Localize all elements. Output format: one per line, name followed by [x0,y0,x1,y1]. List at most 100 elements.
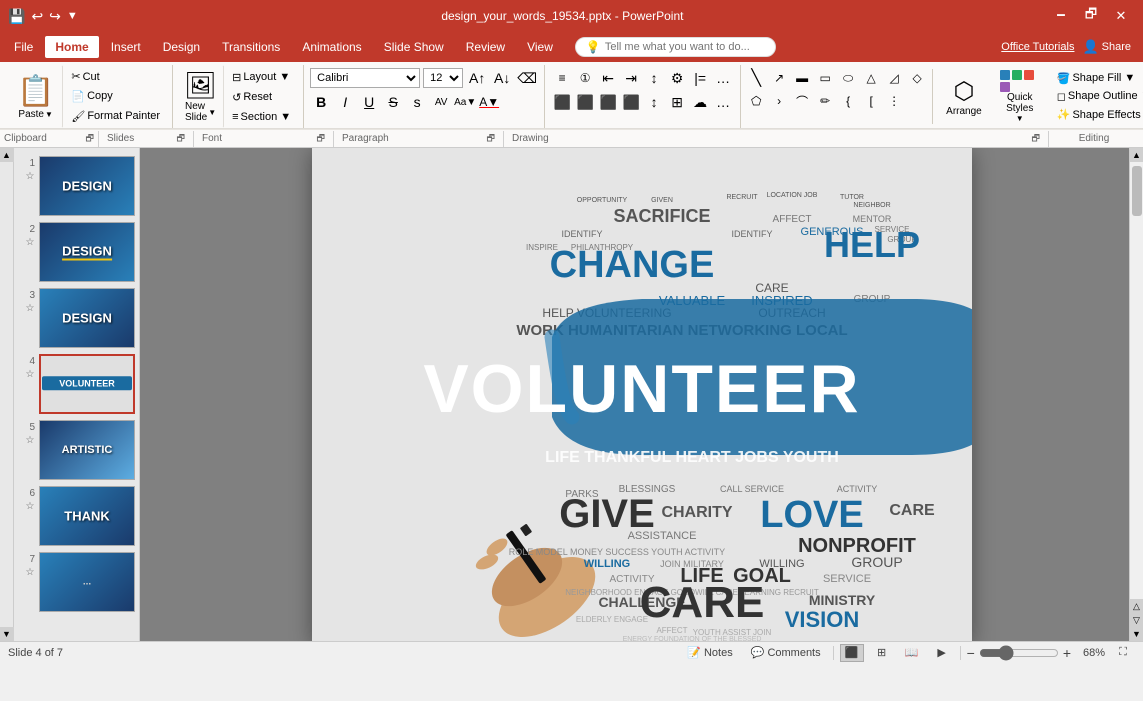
slide-item-7[interactable]: 7 ☆ ... [18,552,135,612]
menu-animations[interactable]: Animations [292,36,371,58]
para-more2-button[interactable]: … [712,91,734,113]
change-case-button[interactable]: Aa▼ [454,91,476,113]
scroll-down-button[interactable]: ▼ [0,627,14,641]
clear-format-button[interactable]: ⌫ [516,67,538,89]
strikethrough-button[interactable]: S [382,91,404,113]
zoom-out-button[interactable]: − [967,645,975,661]
bullets-button[interactable]: ≡ [551,67,573,89]
shape-effects-button[interactable]: ✨ Shape Effects ▼ [1053,106,1143,123]
clipboard-expand-icon[interactable]: 🗗 [86,131,94,147]
new-slide-button[interactable]: 🖼 NewSlide▼ [177,65,224,128]
close-button[interactable]: ✕ [1107,6,1135,26]
char-spacing-button[interactable]: AV [430,91,452,113]
shape-triangle[interactable]: △ [860,67,882,89]
shadow-button[interactable]: s [406,91,428,113]
minimize-button[interactable]: 🗕 [1047,6,1075,26]
vscroll-area-down[interactable]: ▽ [1130,613,1143,627]
copy-button[interactable]: 📄 Copy [67,88,164,105]
reset-button[interactable]: ↺ Reset [228,89,295,106]
slides-expand-icon[interactable]: 🗗 [177,131,185,147]
text-direction-button[interactable]: ↕ [643,67,665,89]
view-slide-sorter-button[interactable]: ⊞ [870,644,894,662]
shape-fill-button[interactable]: 🪣 Shape Fill ▼ [1053,70,1143,87]
slide-item-5[interactable]: 5 ☆ ARTISTIC [18,420,135,480]
tell-me-input[interactable] [605,41,765,53]
vscroll-up-button[interactable]: ▲ [1130,148,1143,162]
customize-icon[interactable]: ▼ [67,10,78,22]
tell-me-box[interactable]: 💡 [575,37,776,57]
arrange-button[interactable]: ⬡ Arrange [937,67,991,126]
menu-transitions[interactable]: Transitions [212,36,290,58]
zoom-in-button[interactable]: + [1063,645,1071,661]
menu-insert[interactable]: Insert [101,36,151,58]
paragraph-expand-icon[interactable]: 🗗 [487,131,495,147]
vscroll-area-up[interactable]: △ [1130,599,1143,613]
zoom-slider[interactable] [979,646,1059,660]
bold-button[interactable]: B [310,91,332,113]
para-more-button[interactable]: … [712,67,734,89]
slide-item-1[interactable]: 1 ☆ DESIGN [18,156,135,216]
slide-canvas[interactable]: OPPORTUNITY GIVEN RECRUIT LOCATION JOB T… [312,148,972,641]
menu-review[interactable]: Review [456,36,515,58]
cut-button[interactable]: ✂ Cut [67,68,164,85]
share-button[interactable]: 👤 Share [1082,39,1131,55]
italic-button[interactable]: I [334,91,356,113]
shape-line[interactable]: ╲ [745,67,767,89]
zoom-level[interactable]: 68% [1075,647,1105,659]
redo-icon[interactable]: ↪ [49,8,61,25]
restore-button[interactable]: 🗗 [1077,6,1105,26]
font-name-select[interactable]: Calibri [310,68,420,88]
line-spacing-button[interactable]: ↕ [643,91,665,113]
save-icon[interactable]: 💾 [8,8,25,25]
paste-button[interactable]: 📋 Paste▼ [8,65,63,128]
view-reading-button[interactable]: 📖 [900,644,924,662]
vertical-scrollbar[interactable]: ▲ △ ▽ ▼ [1129,148,1143,641]
align-left-button[interactable]: ⬛ [551,91,573,113]
text-shadow-btn2[interactable]: ☁ [689,91,711,113]
slide-item-3[interactable]: 3 ☆ DESIGN [18,288,135,348]
align-center-button[interactable]: ⬛ [574,91,596,113]
quick-styles-button[interactable]: QuickStyles ▼ [993,67,1047,126]
menu-slideshow[interactable]: Slide Show [374,36,454,58]
font-size-select[interactable]: 12 [423,68,463,88]
increase-font-button[interactable]: A↑ [466,67,488,89]
slide-thumb-4[interactable]: VOLUNTEER [39,354,135,414]
slide-thumb-3[interactable]: DESIGN [39,288,135,348]
shape-arrow[interactable]: ↗ [768,67,790,89]
decrease-indent-button[interactable]: ⇤ [597,67,619,89]
shape-more[interactable]: ⋮ [883,90,905,112]
shape-oval[interactable]: ⬭ [837,67,859,89]
fit-slide-button[interactable]: ⛶ [1111,644,1135,662]
slide-thumb-1[interactable]: DESIGN [39,156,135,216]
slide-thumb-6[interactable]: THANK [39,486,135,546]
shape-freeform[interactable]: ✏ [814,90,836,112]
menu-design[interactable]: Design [153,36,210,58]
shape-rt-triangle[interactable]: ◿ [883,67,905,89]
underline-button[interactable]: U [358,91,380,113]
format-painter-button[interactable]: 🖌 Format Painter [67,108,164,125]
menu-home[interactable]: Home [45,36,98,58]
numbering-button[interactable]: ① [574,67,596,89]
menu-view[interactable]: View [517,36,563,58]
comments-button[interactable]: 💬 Comments [745,645,827,660]
increase-indent-button[interactable]: ⇥ [620,67,642,89]
scroll-up-button[interactable]: ▲ [0,148,14,162]
slide-item-6[interactable]: 6 ☆ THANK [18,486,135,546]
slide-thumb-2[interactable]: DESIGN [39,222,135,282]
font-color-button[interactable]: A▼ [478,91,500,113]
section-button[interactable]: ≡ Section ▼ [228,109,295,125]
vscroll-down-button[interactable]: ▼ [1130,627,1143,641]
notes-button[interactable]: 📝 Notes [681,645,738,660]
layout-button[interactable]: ⊟ Layout ▼ [228,69,295,86]
undo-icon[interactable]: ↩ [31,8,43,25]
shape-round-rect[interactable]: ▭ [814,67,836,89]
shape-curve[interactable]: ⌒ [791,90,813,112]
shape-brace[interactable]: { [837,90,859,112]
shape-outline-button[interactable]: ◻ Shape Outline ▼ [1053,88,1143,105]
columns-button[interactable]: ⊞ [666,91,688,113]
slide-thumb-7[interactable]: ... [39,552,135,612]
slide-item-4[interactable]: 4 ☆ VOLUNTEER [18,354,135,414]
menu-file[interactable]: File [4,36,43,58]
view-normal-button[interactable]: ⬛ [840,644,864,662]
slide-thumb-5[interactable]: ARTISTIC [39,420,135,480]
